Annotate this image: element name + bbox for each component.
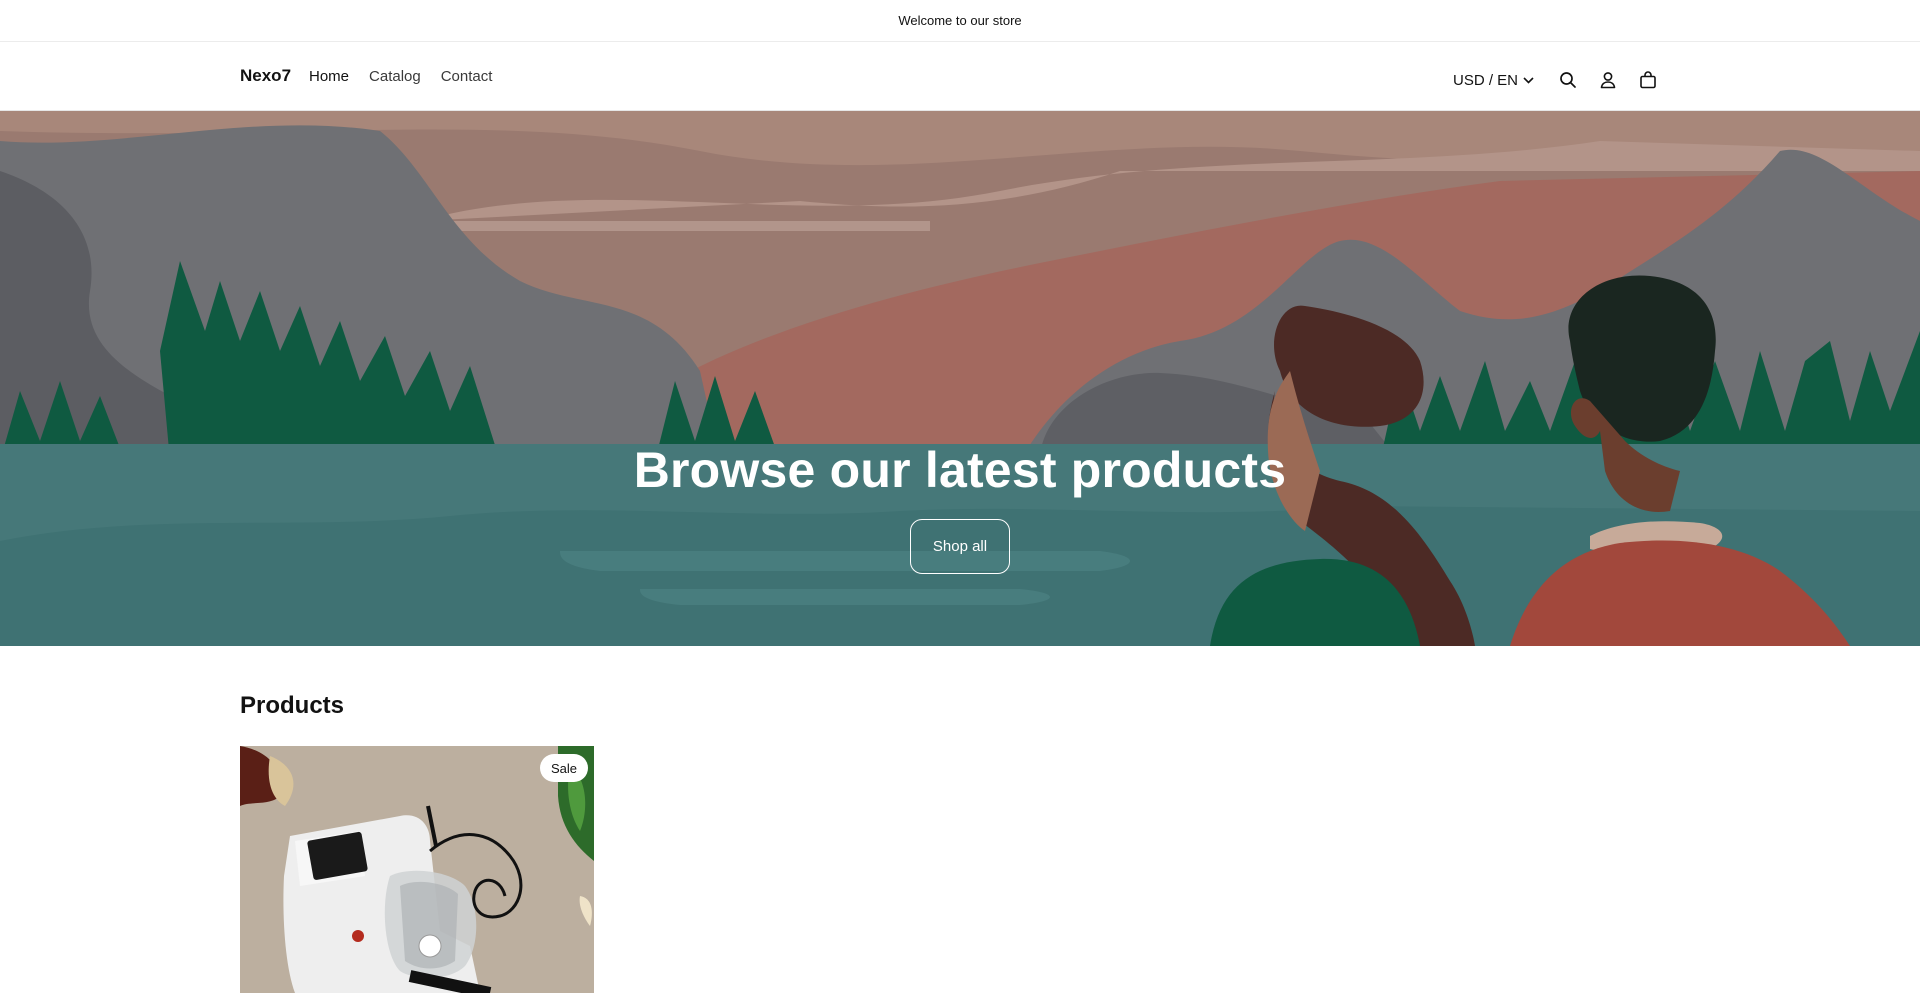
nav-contact[interactable]: Contact: [441, 68, 493, 85]
account-button[interactable]: [1588, 62, 1628, 98]
locale-label: USD / EN: [1452, 71, 1518, 89]
product-image: [240, 746, 594, 993]
hero-title: Browse our latest products: [633, 442, 1287, 498]
cart-button[interactable]: [1628, 62, 1668, 98]
locale-selector[interactable]: USD / EN: [1447, 66, 1540, 95]
hero-banner: Browse our latest products Shop all: [0, 111, 1920, 646]
product-card[interactable]: Sale: [240, 746, 594, 993]
nav-home[interactable]: Home: [309, 68, 349, 85]
shop-all-button[interactable]: Shop all: [910, 519, 1010, 574]
brand-logo[interactable]: Nexo7: [240, 66, 291, 86]
cart-icon: [1640, 71, 1656, 89]
search-button[interactable]: [1548, 62, 1588, 98]
site-header: Nexo7 Home Catalog Contact USD / EN: [0, 42, 1920, 111]
search-icon: [1560, 72, 1576, 88]
announcement-text: Welcome to our store: [898, 13, 1022, 28]
header-actions: USD / EN: [1447, 62, 1668, 98]
main-nav: Home Catalog Contact: [309, 68, 492, 85]
nav-catalog[interactable]: Catalog: [369, 68, 421, 85]
chevron-down-icon: [1523, 76, 1534, 84]
products-heading: Products: [240, 692, 345, 719]
announcement-bar: Welcome to our store: [0, 0, 1920, 42]
sale-badge: Sale: [540, 754, 589, 782]
account-icon: [1600, 72, 1616, 89]
